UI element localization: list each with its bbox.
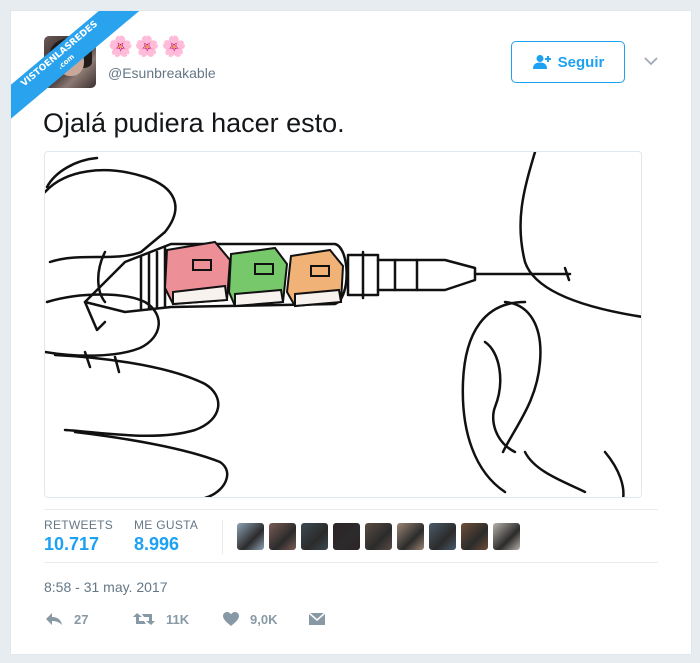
dm-button[interactable] xyxy=(308,611,326,627)
stats-divider xyxy=(222,520,223,554)
syringe-illustration xyxy=(45,152,641,497)
follow-button[interactable]: Seguir xyxy=(511,41,625,83)
liker-avatars xyxy=(237,523,520,550)
liker-avatar[interactable] xyxy=(365,523,392,550)
retweets-count: 10.717 xyxy=(44,534,100,554)
watermark-text: VISTOENLASREDES xyxy=(19,19,101,90)
retweets-stat[interactable]: RETWEETS 10.717 xyxy=(44,518,113,555)
chevron-down-icon[interactable] xyxy=(642,52,660,70)
liker-avatar[interactable] xyxy=(429,523,456,550)
follow-label: Seguir xyxy=(557,53,605,71)
reply-icon xyxy=(46,613,62,625)
liker-avatar[interactable] xyxy=(269,523,296,550)
tweet-stats: RETWEETS 10.717 ME GUSTA 8.996 xyxy=(44,509,658,563)
like-button[interactable]: 9,0K xyxy=(222,611,277,627)
reply-count: 27 xyxy=(74,611,89,627)
likes-stat[interactable]: ME GUSTA 8.996 xyxy=(134,518,198,555)
liker-avatar[interactable] xyxy=(461,523,488,550)
like-count: 9,0K xyxy=(250,611,278,627)
liker-avatar[interactable] xyxy=(493,523,520,550)
retweet-count: 11K xyxy=(166,611,190,627)
liker-avatar[interactable] xyxy=(301,523,328,550)
likes-count: 8.996 xyxy=(134,534,180,554)
retweet-icon xyxy=(133,613,155,625)
dm-icon xyxy=(308,612,326,625)
tweet-timestamp[interactable]: 8:58 - 31 may. 2017 xyxy=(44,579,167,595)
retweet-button[interactable]: 11K xyxy=(132,611,189,627)
tweet-image[interactable] xyxy=(44,151,642,498)
liker-avatar[interactable] xyxy=(397,523,424,550)
watermark: VISTOENLASREDES .com xyxy=(11,11,141,141)
liker-avatar[interactable] xyxy=(237,523,264,550)
follow-user-icon xyxy=(532,55,551,69)
liker-avatar[interactable] xyxy=(333,523,360,550)
likes-label: ME GUSTA xyxy=(134,518,199,532)
heart-icon xyxy=(223,612,239,626)
reply-button[interactable]: 27 xyxy=(44,611,88,627)
retweets-label: RETWEETS xyxy=(44,518,114,532)
